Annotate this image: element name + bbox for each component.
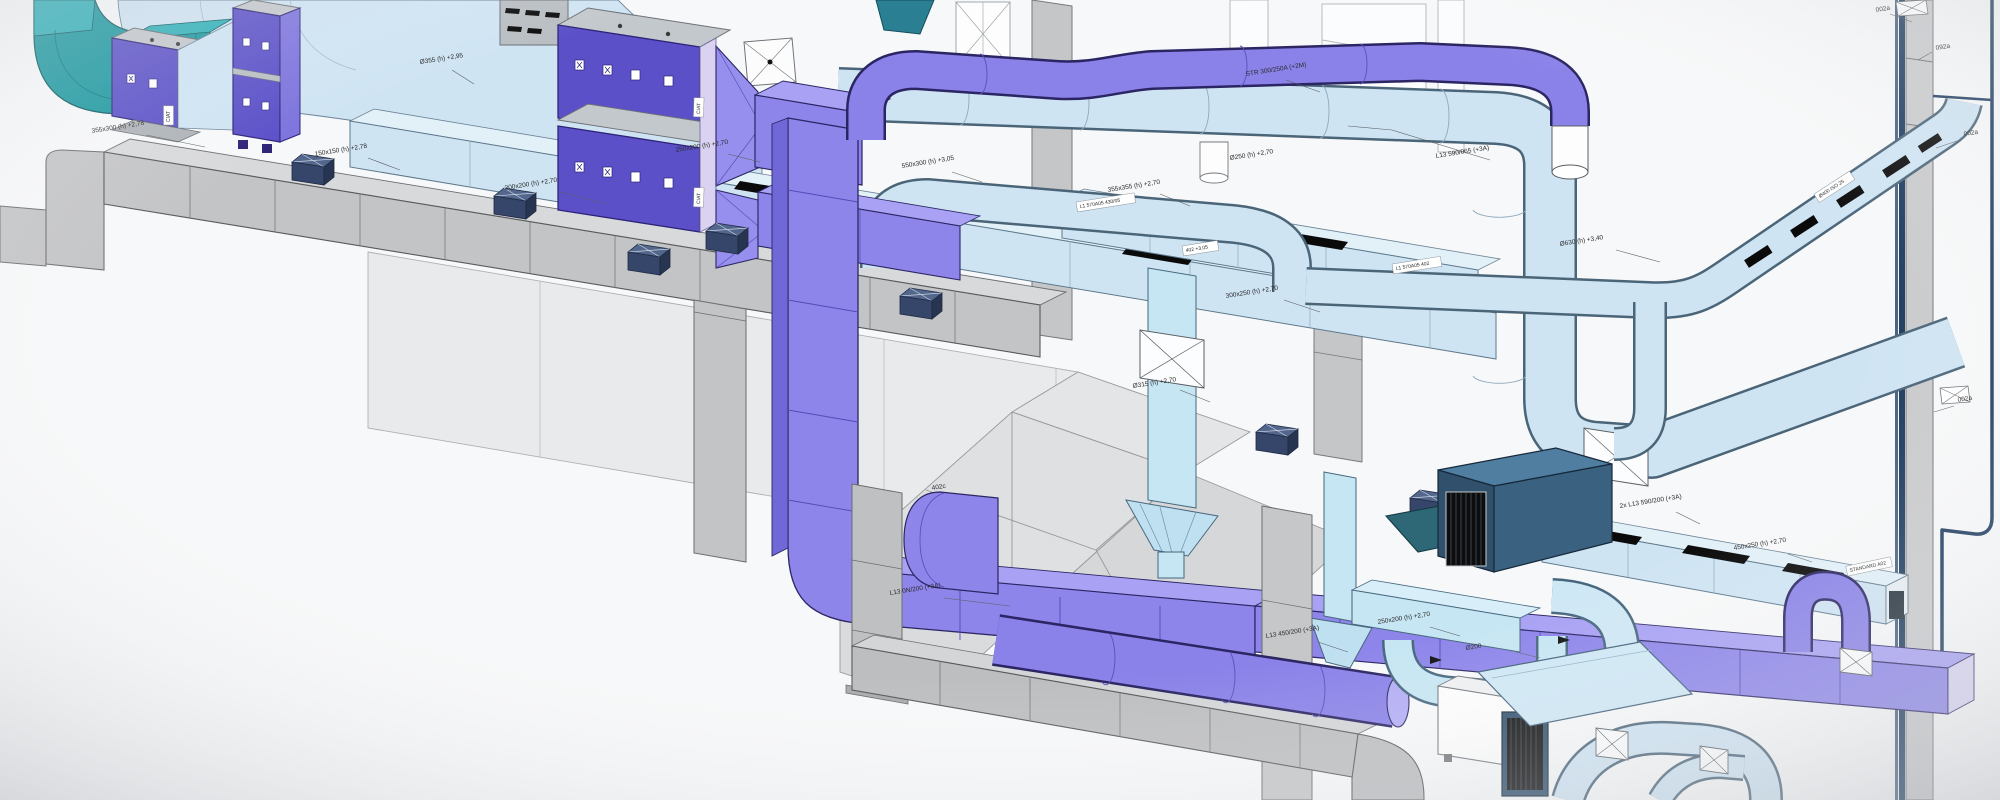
louvered-grille-panel bbox=[1502, 712, 1548, 796]
gray-column-1 bbox=[694, 300, 746, 562]
annotation-label: CIAT bbox=[164, 106, 174, 125]
annotation-label: CIAT bbox=[693, 98, 704, 118]
vav-box bbox=[900, 288, 942, 319]
vav-box bbox=[1256, 424, 1298, 455]
vav-box bbox=[292, 154, 334, 185]
vav-boxes bbox=[292, 154, 334, 185]
fire-damper-top bbox=[744, 38, 796, 86]
vav-box bbox=[494, 188, 536, 219]
svg-text:CIAT: CIAT bbox=[696, 193, 702, 204]
vav-box bbox=[706, 223, 748, 254]
model-viewport[interactable]: 3D HVAC BIM coordination model — isometr… bbox=[0, 0, 2000, 800]
svg-text:CIAT: CIAT bbox=[166, 111, 172, 122]
annotation-label: CIAT bbox=[693, 188, 704, 208]
supply-round-boot bbox=[904, 492, 998, 594]
svg-text:CIAT: CIAT bbox=[696, 103, 702, 114]
vav-box bbox=[628, 244, 670, 275]
ahu-cabinet-2 bbox=[233, 0, 300, 153]
gray-duct-elbow bbox=[46, 150, 104, 270]
gray-duct-stub bbox=[0, 206, 46, 266]
